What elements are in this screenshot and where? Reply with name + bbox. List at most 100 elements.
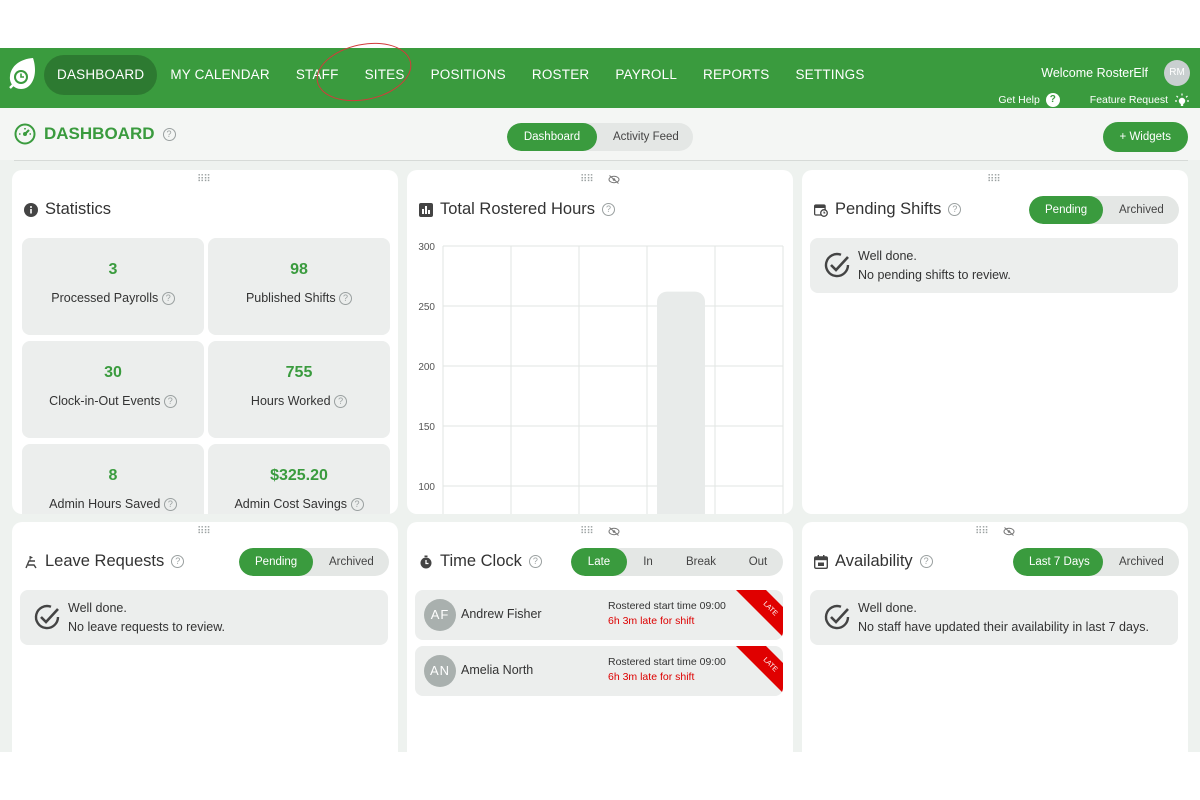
statistics-card: ⠿⠿ Statistics 3 Processed Payrolls ? 98 … <box>12 170 398 514</box>
lightbulb-icon[interactable] <box>1174 92 1190 108</box>
stat-label: Admin Hours Saved ? <box>22 497 204 512</box>
tab-activity-feed[interactable]: Activity Feed <box>597 123 693 151</box>
nav-roster[interactable]: ROSTER <box>519 55 602 95</box>
nav-settings[interactable]: SETTINGS <box>782 55 877 95</box>
pending-shifts-title: Pending Shifts ? <box>814 200 962 219</box>
stat-processed-payrolls[interactable]: 3 Processed Payrolls ? <box>22 238 204 335</box>
help-bar: Get Help ? Feature Request <box>998 92 1190 108</box>
user-avatar[interactable]: RM <box>1164 60 1190 86</box>
tab-out[interactable]: Out <box>733 548 783 576</box>
stat-value: 8 <box>108 467 118 484</box>
tab-last-7-days[interactable]: Last 7 Days <box>1013 548 1103 576</box>
tab-in[interactable]: In <box>627 548 669 576</box>
circle-check-icon <box>824 604 850 630</box>
y-tick-label: 100 <box>418 482 435 493</box>
y-tick-label: 200 <box>418 362 435 373</box>
pending-shifts-title-text: Pending Shifts <box>835 200 942 218</box>
nav-payroll[interactable]: PAYROLL <box>602 55 690 95</box>
beach-chair-icon <box>25 555 37 568</box>
help-icon[interactable]: ? <box>350 498 364 512</box>
rostered-hours-chart: 30025020015010050 <box>418 242 784 514</box>
nav-reports[interactable]: REPORTS <box>690 55 782 95</box>
time-clock-row[interactable]: AN Amelia North Rostered start time 09:0… <box>415 646 783 696</box>
circle-check-icon <box>824 252 850 278</box>
help-icon[interactable]: ? <box>948 203 962 216</box>
rostered-hours-card: ⠿⠿ Total Rostered Hours ? 300 250 200 150 10… <box>407 170 793 514</box>
availability-empty: Well done. No staff have updated their a… <box>810 590 1178 645</box>
feature-request-link[interactable]: Feature Request <box>1090 94 1168 106</box>
stat-value: $325.20 <box>270 467 328 484</box>
drag-handle-icon[interactable]: ⠿⠿ <box>987 174 1001 185</box>
speedometer-icon <box>14 123 36 145</box>
stat-label: Published Shifts ? <box>208 291 390 306</box>
empty-heading: Well done. <box>858 601 917 615</box>
time-clock-row[interactable]: AF Andrew Fisher Rostered start time 09:… <box>415 590 783 640</box>
availability-title-text: Availability <box>835 552 913 570</box>
rostered-start-time: Rostered start time 09:00 <box>608 600 726 612</box>
stat-admin-cost-savings[interactable]: $325.20 Admin Cost Savings ? <box>208 444 390 514</box>
help-icon[interactable]: ? <box>171 555 185 568</box>
help-icon[interactable]: ? <box>163 395 177 409</box>
main-area: DASHBOARD ? Dashboard Activity Feed + Wi… <box>0 108 1200 762</box>
availability-toggle: Last 7 Days Archived <box>1013 548 1179 576</box>
leaf-clock-logo-icon[interactable] <box>6 56 38 92</box>
get-help-link[interactable]: Get Help <box>998 94 1039 106</box>
question-icon[interactable]: ? <box>1045 93 1060 107</box>
add-widgets-button[interactable]: + Widgets <box>1102 122 1188 152</box>
info-icon <box>24 202 38 217</box>
stat-hours-worked[interactable]: 755 Hours Worked ? <box>208 341 390 438</box>
stat-value: 98 <box>290 261 308 278</box>
y-tick-label: 250 <box>418 302 435 313</box>
stat-admin-hours-saved[interactable]: 8 Admin Hours Saved ? <box>22 444 204 514</box>
stat-published-shifts[interactable]: 98 Published Shifts ? <box>208 238 390 335</box>
nav-staff[interactable]: STAFF <box>283 55 352 95</box>
help-icon[interactable]: ? <box>919 555 933 568</box>
tab-archived[interactable]: Archived <box>1103 548 1179 576</box>
eye-slash-icon[interactable] <box>1003 527 1015 536</box>
stat-value: 30 <box>104 364 122 381</box>
pending-shifts-empty: Well done. No pending shifts to review. <box>810 238 1178 293</box>
nav-my-calendar[interactable]: MY CALENDAR <box>157 55 282 95</box>
availability-card: ⠿⠿ Availability ? Last 7 Days Archived W… <box>802 522 1188 762</box>
time-clock-title: Time Clock ? <box>419 552 542 571</box>
nav-positions[interactable]: POSITIONS <box>418 55 519 95</box>
eye-slash-icon[interactable] <box>608 527 620 536</box>
help-icon[interactable]: ? <box>334 395 348 409</box>
help-icon[interactable]: ? <box>528 555 542 568</box>
leave-requests-title-text: Leave Requests <box>45 552 165 570</box>
calendar-icon <box>814 554 828 569</box>
page-bottom-margin <box>0 752 1200 800</box>
header-divider <box>14 160 1188 161</box>
y-tick-label: 150 <box>418 422 435 433</box>
stat-value: 755 <box>285 364 313 381</box>
drag-handle-icon[interactable]: ⠿⠿ <box>580 526 594 537</box>
empty-message: No staff have updated their availability… <box>858 620 1149 634</box>
page-title: DASHBOARD ? <box>14 123 176 145</box>
tab-break[interactable]: Break <box>669 548 733 576</box>
time-clock-toggle: Late In Break Out <box>571 548 783 576</box>
late-ribbon-badge: LATE <box>736 590 783 637</box>
tab-dashboard[interactable]: Dashboard <box>507 123 597 151</box>
drag-handle-icon[interactable]: ⠿⠿ <box>197 526 211 537</box>
late-ribbon-badge: LATE <box>736 646 783 693</box>
circle-check-icon <box>34 604 60 630</box>
nav-sites[interactable]: SITES <box>352 55 418 95</box>
dashboard-view-toggle: Dashboard Activity Feed <box>507 123 693 151</box>
avatar: AF <box>424 599 456 631</box>
empty-message: No leave requests to review. <box>68 620 226 634</box>
rostered-start-time: Rostered start time 09:00 <box>608 656 726 668</box>
help-icon[interactable]: ? <box>161 292 175 306</box>
help-icon[interactable]: ? <box>339 292 353 306</box>
help-icon[interactable]: ? <box>162 127 176 141</box>
stat-clock-in-out-events[interactable]: 30 Clock-in-Out Events ? <box>22 341 204 438</box>
nav-dashboard[interactable]: DASHBOARD <box>44 55 158 95</box>
tab-pending[interactable]: Pending <box>1029 196 1103 224</box>
tab-pending[interactable]: Pending <box>239 548 313 576</box>
tab-archived[interactable]: Archived <box>313 548 389 576</box>
tab-late[interactable]: Late <box>571 548 627 576</box>
tab-archived[interactable]: Archived <box>1103 196 1179 224</box>
drag-handle-icon[interactable]: ⠿⠿ <box>975 526 989 537</box>
drag-handle-icon[interactable]: ⠿⠿ <box>197 174 211 185</box>
pending-shifts-toggle: Pending Archived <box>1029 196 1179 224</box>
help-icon[interactable]: ? <box>163 498 177 512</box>
